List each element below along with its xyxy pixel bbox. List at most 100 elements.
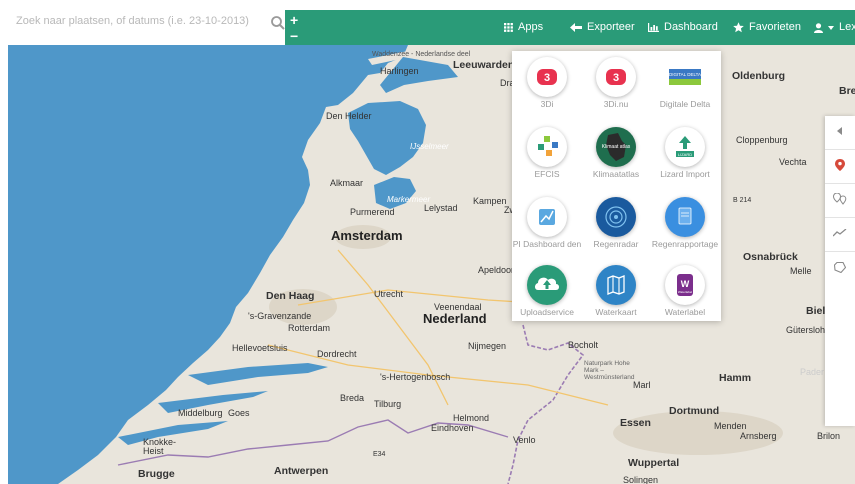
app-waterlabel[interactable]: W Waterlabel Waterlabel [650,259,720,321]
dashboard-button[interactable]: Dashboard [648,10,718,45]
map-background [8,45,783,484]
map-label: Harlingen [380,66,419,76]
app-label: Lizard Import [660,169,710,179]
uploadservice-icon [527,265,567,305]
map-label: Waddenzee - Nederlandse deel [372,51,471,58]
dashboard-label: Dashboard [664,21,718,33]
map-label: Wuppertal [628,457,680,469]
export-arrow-icon [570,23,582,32]
app-uploadservice[interactable]: Uploadservice [512,259,582,321]
app-digitale-delta[interactable]: DIGITAL DELTA Digitale Delta [650,51,720,113]
map-label: Kampen [473,196,507,206]
main-toolbar: + − Apps Exporteer Dashboard Favorieten [285,10,855,45]
map-label: B 214 [733,197,752,204]
map-label: Nijmegen [468,341,507,351]
search-icon[interactable] [270,15,286,31]
map-label: Arnsberg [740,431,777,441]
map-label: Helmond [453,413,490,423]
apps-label: Apps [518,21,544,33]
favorites-button[interactable]: Favorieten [733,10,801,45]
app-label: Waterlabel [664,307,706,317]
app-lizard-import[interactable]: LIZARD Lizard Import [650,121,720,183]
map-label: Pader [800,367,825,377]
map-label: Hamm [719,372,752,384]
point-selection-button[interactable] [825,150,855,180]
map-label: Goes [228,408,250,418]
map-label: Solingen [623,475,659,484]
map-label: IJsselmeer [410,142,449,151]
app-pi-dashboard[interactable]: PI Dashboard den [512,191,582,253]
caret-down-icon [828,25,834,30]
app-label: Regenrapportage [651,239,719,249]
apps-button[interactable]: Apps [504,10,543,45]
estuary [188,363,328,385]
map-marker-icon [835,159,845,171]
map-label: Antwerpen [274,465,329,477]
svg-text:W: W [681,279,690,289]
map-label: Apeldoor [478,265,515,275]
map-label: Tilburg [374,399,402,409]
map-label: Purmerend [350,207,395,217]
svg-text:3: 3 [544,72,550,84]
map[interactable]: Waddenzee - Nederlandse deel Harlingen L… [8,45,855,484]
map-label: E34 [373,451,386,458]
map-label: Breda [340,393,365,403]
map-label: Gütersloh [786,325,826,335]
app-regenradar[interactable]: Regenradar [581,191,651,253]
map-label: Marl [633,380,651,390]
multi-marker-icon [833,193,847,205]
map-label: 's-Gravenzande [248,311,312,321]
app-klimaatatlas[interactable]: Klimaat atlas Klimaatatlas [581,121,651,183]
map-label: Oldenburg [732,70,786,82]
search-box[interactable]: Zoek naar plaatsen, of datums (i.e. 23-1… [8,11,286,35]
map-label: Alkmaar [330,178,364,188]
favorites-label: Favorieten [749,21,801,33]
svg-text:Waterlabel: Waterlabel [678,290,693,294]
map-label: Utrecht [374,289,404,299]
svg-text:Klimaat atlas: Klimaat atlas [602,144,631,150]
app-waterkaart[interactable]: Waterkaart [581,259,651,321]
user-icon [814,22,823,33]
pi-dashboard-icon [527,197,567,237]
line-selection-button[interactable] [825,218,855,248]
search-input[interactable]: Zoek naar plaatsen, of datums (i.e. 23-1… [16,15,249,27]
app-efcis[interactable]: EFCIS [512,121,582,183]
export-button[interactable]: Exporteer [570,10,635,45]
map-label: Menden [714,421,747,431]
map-label: Vechta [779,157,807,167]
svg-text:DIGITAL DELTA: DIGITAL DELTA [669,72,701,77]
map-label: Naturpark Hohe Mark – Westmünsterland [584,360,635,381]
map-label: Dortmund [669,405,720,417]
map-label: Den Haag [266,290,315,302]
svg-text:3: 3 [613,72,619,84]
collapse-panel-button[interactable] [825,116,855,146]
chevron-left-icon [837,127,842,135]
map-label: Melle [790,266,812,276]
app-3di[interactable]: 3 3Di [512,51,582,113]
map-label: Den Helder [326,111,372,121]
map-label: Rotterdam [288,323,331,333]
markermeer [374,177,416,209]
map-label: Amsterdam [331,228,403,243]
zoom-in-button[interactable]: + [290,13,298,27]
app-3di-nu[interactable]: 3 3Di.nu [581,51,651,113]
regenradar-icon [596,197,636,237]
map-label: Bre [839,85,855,97]
app-regenrapportage[interactable]: Regenrapportage [650,191,720,253]
efcis-icon [527,127,567,167]
lizard-import-icon: LIZARD [665,127,705,167]
zoom-out-button[interactable]: − [290,29,298,43]
multi-point-button[interactable] [825,184,855,214]
map-label: Nederland [423,311,487,326]
waterkaart-icon [596,265,636,305]
map-label: Bocholt [568,340,599,350]
digitale-delta-icon: DIGITAL DELTA [665,57,705,97]
export-label: Exporteer [587,21,635,33]
map-label: Cloppenburg [736,135,788,145]
3di-icon: 3 [527,57,567,97]
star-icon [733,22,744,33]
area-selection-button[interactable] [825,252,855,282]
apps-dropdown: 3 3Di 3 3Di.nu DIGITAL DELTA Digitale De… [512,51,721,321]
3di-nu-icon: 3 [596,57,636,97]
user-menu-button[interactable]: Lex [814,10,855,45]
